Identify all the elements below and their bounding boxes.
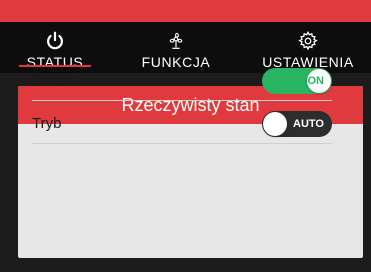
status-label: Status [32,72,75,89]
top-accent-bar [0,0,371,22]
mode-label: Tryb [32,115,62,132]
mode-toggle-text: AUTO [293,118,324,130]
status-row: Status ON [32,60,332,101]
mode-toggle[interactable]: AUTO [262,111,332,137]
power-icon [47,31,63,50]
fan-icon [169,32,183,49]
status-toggle-text: ON [307,75,325,87]
gear-icon [298,30,318,51]
mode-row: Tryb AUTO [32,103,332,144]
app-window: STATUS FUNKCJA USTAWIENIA Rzeczywisty st… [0,0,371,272]
status-toggle[interactable]: ON [262,68,332,94]
toggle-knob [263,112,287,136]
